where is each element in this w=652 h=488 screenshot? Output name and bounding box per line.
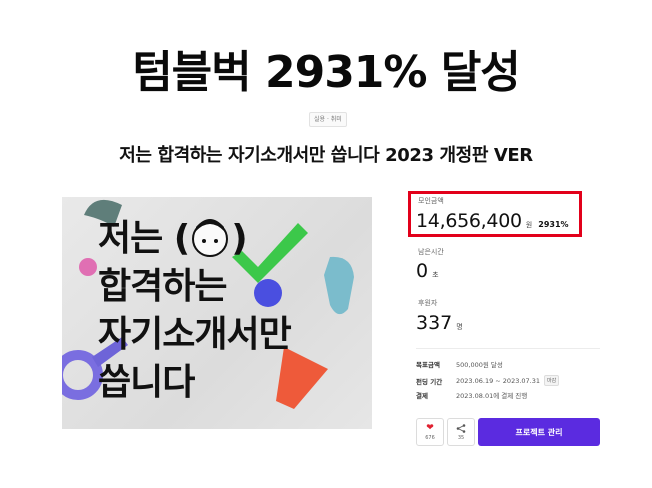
period-value: 2023.06.19 ~ 2023.07.31 bbox=[456, 376, 541, 385]
amount-value: 14,656,400 bbox=[416, 210, 522, 232]
supporters-unit: 명 bbox=[456, 323, 463, 331]
share-count: 35 bbox=[457, 434, 465, 441]
hero-line-4: 씁니다 bbox=[98, 362, 195, 403]
time-value: 0 bbox=[416, 260, 429, 282]
supporters-label: 후원자 bbox=[418, 299, 438, 307]
panel-divider bbox=[416, 348, 600, 349]
headline: 텀블벅 2931% 달성 bbox=[132, 47, 521, 98]
orange-arrow-shape bbox=[276, 347, 328, 409]
hero-line-1-tail: ) bbox=[231, 218, 247, 259]
period-badge: 마감 bbox=[544, 375, 560, 386]
hero-line-3: 자기소개서만 bbox=[98, 314, 292, 355]
goal-row: 목표금액 500,000원 달성 bbox=[416, 359, 503, 369]
amount-label: 모인금액 bbox=[418, 197, 444, 205]
amount-percent: 2931% bbox=[538, 220, 569, 229]
share-icon bbox=[456, 423, 466, 433]
amount-row: 14,656,400 원 2931% bbox=[416, 210, 569, 232]
pink-dot-shape bbox=[79, 258, 97, 276]
supporters-row: 337 명 bbox=[416, 312, 463, 334]
goal-value: 500,000원 달성 bbox=[456, 361, 503, 369]
time-row: 0 초 bbox=[416, 260, 439, 282]
supporters-value: 337 bbox=[416, 312, 453, 334]
payment-value: 2023.08.01에 결제 진행 bbox=[456, 392, 528, 400]
payment-row: 결제 2023.08.01에 결제 진행 bbox=[416, 390, 527, 400]
payment-key: 결제 bbox=[416, 392, 428, 400]
blue-badge-shape bbox=[254, 279, 282, 307]
period-key: 펀딩 기간 bbox=[416, 377, 443, 386]
goal-key: 목표금액 bbox=[416, 361, 440, 369]
like-button[interactable]: ❤ 676 bbox=[416, 418, 444, 446]
project-hero-image: 저는 () 합격하는 자기소개서만 씁니다 bbox=[62, 197, 372, 429]
category-tag[interactable]: 실용 · 취미 bbox=[309, 112, 347, 127]
hero-line-2: 합격하는 bbox=[98, 266, 227, 307]
like-count: 676 bbox=[425, 434, 435, 441]
manage-project-button[interactable]: 프로젝트 관리 bbox=[478, 418, 600, 446]
heart-icon: ❤ bbox=[426, 422, 434, 433]
amount-unit: 원 bbox=[525, 221, 533, 229]
period-row: 펀딩 기간 2023.06.19 ~ 2023.07.31 마감 bbox=[416, 375, 560, 386]
key-ring-shape bbox=[62, 350, 103, 400]
project-title: 저는 합격하는 자기소개서만 씁니다 2023 개정판 VER bbox=[119, 145, 533, 166]
teal-cup-shape bbox=[324, 256, 354, 315]
time-label: 남은시간 bbox=[418, 248, 444, 256]
time-unit: 초 bbox=[432, 271, 439, 279]
share-button[interactable]: 35 bbox=[447, 418, 475, 446]
hero-line-1: 저는 ( bbox=[98, 218, 190, 259]
